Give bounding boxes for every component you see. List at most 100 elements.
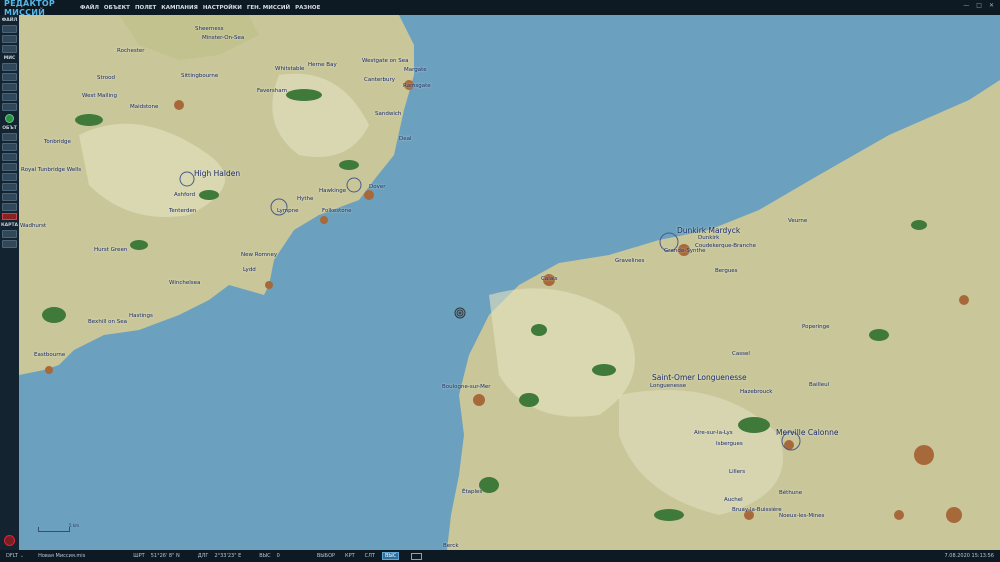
map-label: Hawkinge <box>319 188 347 194</box>
chevron-down-icon[interactable]: ⌄ <box>20 553 24 559</box>
menu-bar: РЕДАКТОР МИССИЙ ФАЙЛ ОБЪЕКТ ПОЛЕТ КАМПАН… <box>0 0 1000 17</box>
altitude-value: 0 <box>276 553 280 559</box>
map-label: Eastbourne <box>34 352 66 358</box>
map-label: Grande-Synthe <box>664 248 706 254</box>
map-label: Maidstone <box>130 104 159 110</box>
time-icon[interactable] <box>2 93 17 101</box>
artillery-icon[interactable] <box>2 163 17 171</box>
map-label: Merville Calonne <box>776 428 839 437</box>
tool-sidebar: ФАЙЛ МИС ОБЪТ КАРТА <box>0 15 20 550</box>
map-label: Westgate on Sea <box>362 58 409 64</box>
map-layers-icon[interactable] <box>2 240 17 248</box>
tank-icon[interactable] <box>2 143 17 151</box>
map-label: Dunkirk Mardyck <box>677 226 741 235</box>
building-icon[interactable] <box>2 203 17 211</box>
briefing-icon[interactable] <box>2 83 17 91</box>
map-label: Margate <box>404 67 427 73</box>
map-label: Hastings <box>129 313 153 319</box>
save-file-icon[interactable] <box>2 45 17 53</box>
mode-altitude-button[interactable]: ВЫС <box>381 552 400 560</box>
map-label: Ramsgate <box>403 83 431 89</box>
map-label: Berck <box>443 543 459 549</box>
aircraft-icon[interactable] <box>2 133 17 141</box>
static-object-icon[interactable] <box>2 193 17 201</box>
menu-settings[interactable]: НАСТРОЙКИ <box>203 5 242 11</box>
screen-icon[interactable] <box>411 552 423 560</box>
objectives-icon[interactable] <box>2 103 17 111</box>
menu-file[interactable]: ФАЙЛ <box>80 5 99 11</box>
map-label: High Halden <box>194 169 241 178</box>
menu-flight[interactable]: ПОЛЕТ <box>135 5 156 11</box>
map-label: Poperinge <box>802 324 830 330</box>
map-label: Cassel <box>732 351 750 357</box>
longitude-label: ДЛГ <box>197 553 209 559</box>
sidebar-section-mission: МИС <box>3 56 16 61</box>
map-terrain <box>19 15 1000 550</box>
map-label: Auchel <box>724 497 743 503</box>
profile-selector[interactable]: DFLT <box>6 553 18 559</box>
vehicle-icon[interactable] <box>2 173 17 181</box>
map-label: Longuenesse <box>650 383 687 389</box>
train-icon[interactable] <box>2 183 17 191</box>
map-label: Dover <box>369 184 386 190</box>
maximize-icon[interactable]: □ <box>976 2 982 9</box>
map-label: Noeux-les-Mines <box>779 513 825 519</box>
map-label: Béthune <box>779 490 803 496</box>
menu-misc[interactable]: РАЗНОЕ <box>295 5 320 11</box>
menu-mission-gen[interactable]: ГЕН. МИССИЙ <box>247 5 290 11</box>
map-label: Étaples <box>462 489 483 495</box>
scale-label: 5 km <box>69 523 80 528</box>
map-label: Bexhill on Sea <box>88 319 127 325</box>
map-zoom-icon[interactable] <box>2 230 17 238</box>
map-label: Tonbridge <box>44 139 71 145</box>
map-label: Lillers <box>729 469 746 475</box>
menu-campaign[interactable]: КАМПАНИЯ <box>161 5 198 11</box>
sidebar-section-map: КАРТА <box>0 223 18 228</box>
map-label: Faversham <box>257 88 288 94</box>
map-label: Royal Tunbridge Wells <box>21 167 82 173</box>
map-label: Lympne <box>277 208 299 214</box>
map-label: Deal <box>399 136 412 142</box>
map-label: Sittingbourne <box>181 73 219 79</box>
map-label: Wadhurst <box>20 223 47 229</box>
map-label: Gravelines <box>615 258 645 264</box>
new-file-icon[interactable] <box>2 25 17 33</box>
menu-object[interactable]: ОБЪЕКТ <box>104 5 130 11</box>
weather-icon[interactable] <box>2 73 17 81</box>
mode-layer-button[interactable]: СЛТ <box>362 552 378 560</box>
map-label: Folkestone <box>322 208 352 214</box>
map-label: Bergues <box>715 268 738 274</box>
longitude-value: 2°33'23" E <box>214 553 242 559</box>
minimize-icon[interactable]: — <box>963 2 969 9</box>
map-label: Whitstable <box>275 66 305 72</box>
map-view[interactable]: Sheerness Minster-On-Sea Rochester Stroo… <box>19 15 1000 550</box>
mode-map-button[interactable]: КРТ <box>342 552 358 560</box>
mode-select-button[interactable]: ВЫБОР <box>314 552 338 560</box>
mission-params-icon[interactable] <box>2 63 17 71</box>
latitude-label: ШРТ <box>133 553 145 559</box>
open-file-icon[interactable] <box>2 35 17 43</box>
ship-icon[interactable] <box>2 153 17 161</box>
map-label: Veurne <box>788 218 808 224</box>
play-mission-icon[interactable] <box>5 114 14 123</box>
sidebar-section-file: ФАЙЛ <box>1 18 18 23</box>
delete-object-icon[interactable] <box>2 213 17 220</box>
map-label: Hurst Green <box>94 247 128 253</box>
map-label: New Romney <box>241 252 278 258</box>
mission-filename: Новая Миссия.mis <box>38 553 86 559</box>
altitude-label: ВЫС <box>259 553 271 559</box>
map-label: Hythe <box>297 196 314 202</box>
map-label: Aire-sur-la-Lys <box>694 430 733 436</box>
power-icon[interactable] <box>4 535 15 546</box>
scale-bar <box>38 527 70 532</box>
map-label: Dunkirk <box>698 235 720 241</box>
map-label: Bruay-la-Buissière <box>732 507 782 513</box>
map-label: Lydd <box>243 267 256 273</box>
map-label: Sheerness <box>195 26 224 32</box>
map-label: Winchelsea <box>169 280 201 286</box>
latitude-value: 51°26' 8" N <box>150 553 180 559</box>
map-label: Boulogne-sur-Mer <box>442 384 491 390</box>
map-label: Tenterden <box>169 208 197 214</box>
date-time: 7.08.2020 15:13:56 <box>944 553 995 559</box>
close-icon[interactable]: ✕ <box>989 2 994 9</box>
